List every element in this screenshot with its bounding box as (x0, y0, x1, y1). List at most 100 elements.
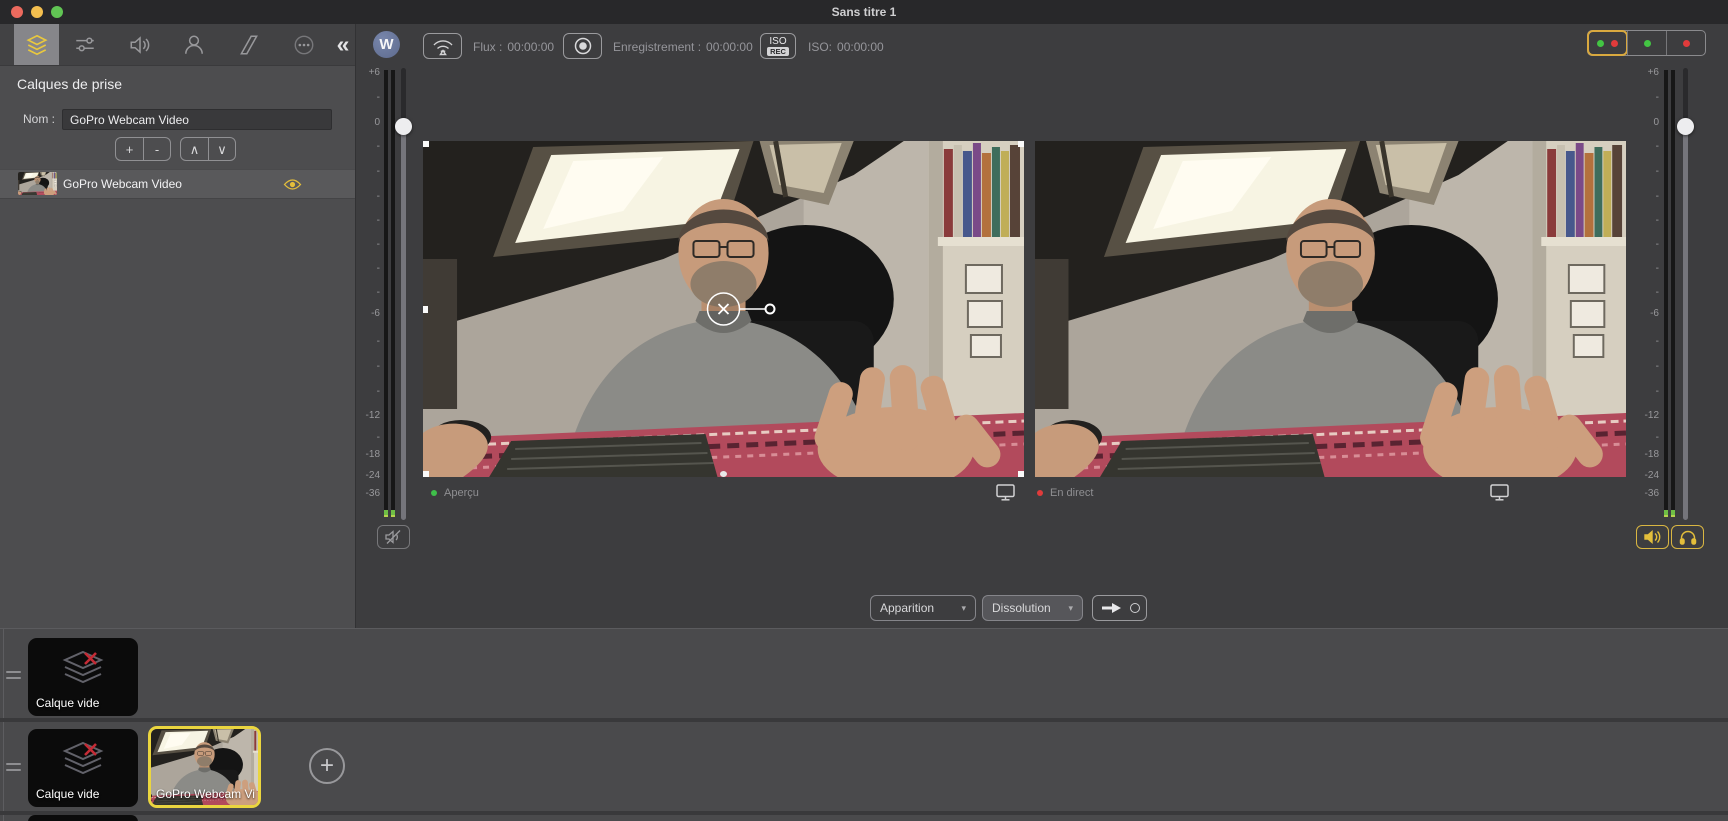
iso-timer-label: ISO: (808, 40, 833, 54)
record-timer-value: 00:00:00 (706, 40, 753, 54)
selection-corner-handle[interactable] (1018, 141, 1024, 147)
panel-tab-bar: « (0, 24, 355, 66)
layer-thumbnail (18, 172, 57, 195)
selection-corner-handle[interactable] (1018, 471, 1024, 477)
zoom-window-button[interactable] (51, 6, 63, 18)
view-mode-selector (1587, 30, 1706, 56)
add-shot-button[interactable]: + (309, 748, 345, 784)
layers-icon (25, 34, 48, 55)
row-separator (0, 811, 1728, 815)
live-fullscreen-monitor-icon[interactable] (1489, 484, 1509, 502)
layer-2-row: Calque vide GoPro Webcam Vi + (0, 722, 1728, 811)
selection-edge-handle[interactable] (720, 471, 727, 477)
live-audio-button[interactable] (1636, 525, 1669, 549)
tab-guest[interactable] (171, 24, 216, 65)
chevron-down-icon: ▾ (961, 602, 966, 613)
minimize-window-button[interactable] (31, 6, 43, 18)
live-audio-meter: +6 - 0 - - - - - - - -6 - - - -12 - -18 … (1634, 60, 1696, 530)
tab-layers[interactable] (14, 24, 59, 65)
shot-label: GoPro Webcam Vi (156, 787, 261, 801)
wirecast-logo: W (373, 31, 400, 58)
iso-button-label: ISO (769, 35, 787, 47)
webcam-video-frame (423, 141, 1024, 477)
preview-fullscreen-monitor-icon[interactable] (995, 484, 1015, 502)
iso-rec-badge: REC (767, 46, 789, 56)
preview-status: Aperçu (431, 487, 479, 499)
name-field-label: Nom : (22, 112, 55, 126)
live-status: En direct (1037, 487, 1093, 499)
preview-dot-icon (1643, 39, 1651, 47)
iso-record-button[interactable]: ISO REC (760, 33, 796, 59)
preview-mute-button[interactable] (377, 525, 410, 549)
speaker-icon (130, 35, 149, 54)
move-layer-up-button[interactable]: ∧ (181, 138, 208, 160)
volume-fader-track[interactable] (401, 68, 406, 520)
live-status-dot-icon (1037, 490, 1043, 496)
stream-button[interactable] (423, 33, 462, 59)
iso-timer-value: 00:00:00 (837, 40, 884, 54)
slash-shape-icon (239, 35, 258, 54)
view-mode-preview-live[interactable] (1587, 30, 1628, 56)
close-window-button[interactable] (11, 6, 23, 18)
broadcast-icon (432, 40, 453, 56)
headphones-monitor-button[interactable] (1671, 525, 1704, 549)
preview-canvas[interactable] (423, 141, 1024, 477)
shot-gopro-webcam-selected[interactable]: GoPro Webcam Vi (148, 726, 261, 808)
meter-level-bars (1664, 70, 1675, 517)
selection-corner-handle[interactable] (423, 141, 429, 147)
transition-2-dropdown[interactable]: Dissolution ▾ (982, 595, 1083, 621)
record-icon (574, 37, 591, 55)
layer-visibility-eye-icon[interactable] (283, 178, 302, 196)
tab-more[interactable] (281, 24, 326, 65)
transition-progress-ring-icon (1129, 603, 1140, 613)
row-drag-grip[interactable] (6, 762, 21, 771)
ellipsis-circle-icon (294, 35, 313, 54)
move-layer-down-button[interactable]: ∨ (208, 138, 235, 160)
record-button[interactable] (563, 33, 602, 59)
layer-item-label: GoPro Webcam Video (63, 177, 182, 191)
layer-list-item[interactable]: GoPro Webcam Video (0, 169, 355, 199)
volume-fader-handle[interactable] (1677, 118, 1694, 135)
person-icon (184, 35, 203, 54)
preview-status-dot-icon (431, 490, 437, 496)
view-mode-preview-only[interactable] (1627, 31, 1666, 55)
iso-timer: ISO: 00:00:00 (808, 40, 884, 54)
speaker-muted-icon (384, 530, 400, 544)
tab-titles[interactable] (226, 24, 271, 65)
arrow-right-icon (1101, 603, 1121, 613)
row-drag-grip[interactable] (6, 670, 21, 679)
recording-dot-icon (259, 790, 261, 799)
webcam-video-frame (1035, 141, 1626, 477)
preview-label: Aperçu (444, 487, 479, 499)
collapse-panel-chevron-icon[interactable]: « (330, 29, 356, 59)
selection-corner-handle[interactable] (423, 471, 429, 477)
live-dot-icon (1682, 39, 1690, 47)
shot-empty-layer-3-partial[interactable] (28, 815, 138, 821)
remove-layer-button[interactable]: - (143, 138, 170, 160)
layer-reorder-group: ∧ ∨ (180, 137, 236, 161)
stream-timer-value: 00:00:00 (507, 40, 555, 54)
volume-fader-handle[interactable] (395, 118, 412, 135)
selection-edge-handle[interactable] (423, 306, 428, 313)
go-transition-button[interactable] (1092, 595, 1147, 621)
live-dot-icon (1611, 39, 1618, 47)
transition-1-dropdown[interactable]: Apparition ▾ (870, 595, 976, 621)
headphones-icon (1679, 530, 1696, 545)
chevron-down-icon: ▾ (1068, 602, 1073, 613)
meter-level-bars (384, 70, 395, 517)
shot-empty-layer-2[interactable]: Calque vide (28, 729, 138, 807)
preview-dot-icon (1597, 39, 1604, 47)
layer-1-row: Calque vide (0, 631, 1728, 718)
volume-fader-track[interactable] (1683, 68, 1688, 520)
tab-source-settings[interactable] (62, 24, 107, 65)
stream-timer-label: Flux : (473, 40, 503, 54)
view-mode-live-only[interactable] (1666, 31, 1705, 55)
empty-layer-icon (63, 741, 103, 775)
transition-1-label: Apparition (880, 601, 935, 615)
add-layer-button[interactable]: + (116, 138, 143, 160)
layer-name-input[interactable] (62, 109, 332, 130)
shot-empty-layer-1[interactable]: Calque vide (28, 638, 138, 716)
tab-audio[interactable] (117, 24, 162, 65)
live-label: En direct (1050, 487, 1094, 499)
title-bar: Sans titre 1 (0, 0, 1728, 24)
